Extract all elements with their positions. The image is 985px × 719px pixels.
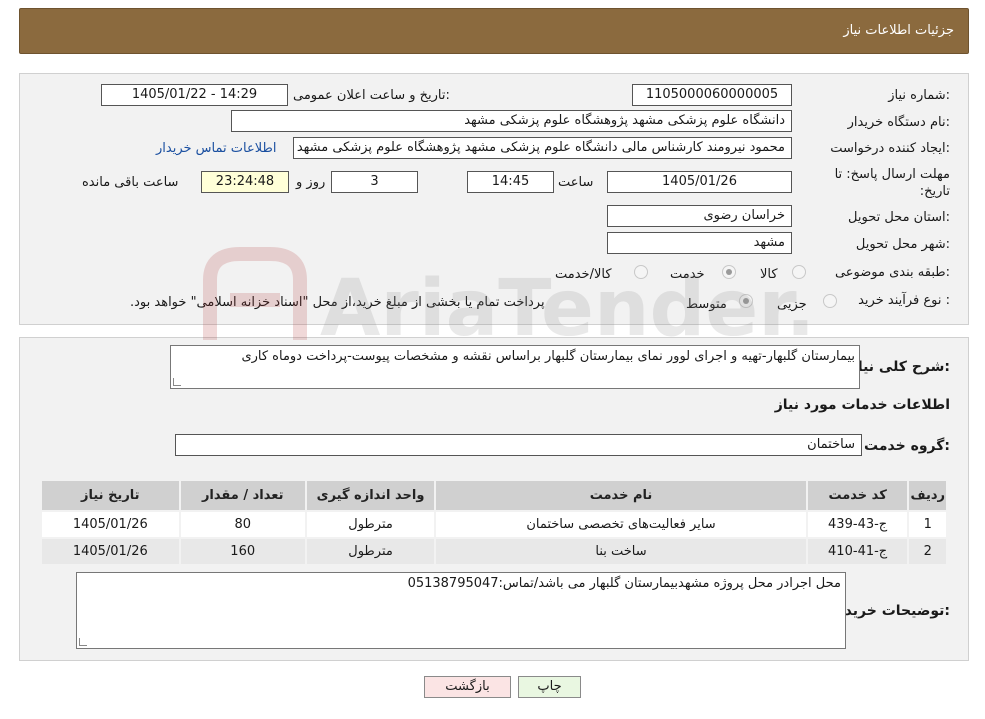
category-goods-radio[interactable] bbox=[792, 265, 806, 279]
resize-handle-icon[interactable] bbox=[79, 638, 87, 646]
deadline-days-field: 3 bbox=[331, 171, 418, 193]
description-text: بیمارستان گلبهار-تهیه و اجرای لوور نمای … bbox=[241, 349, 855, 364]
requester-label: ایجاد کننده درخواست: bbox=[830, 141, 950, 156]
print-button[interactable]: چاپ bbox=[518, 676, 581, 698]
category-goods-label: کالا bbox=[760, 267, 778, 282]
province-field: خراسان رضوی bbox=[607, 205, 792, 227]
col-quantity: تعداد / مقدار bbox=[178, 479, 307, 512]
buyer-contact-link[interactable]: اطلاعات تماس خریدار bbox=[156, 141, 276, 156]
cell-need-date: 1405/01/26 bbox=[40, 537, 181, 566]
purchase-partial-label: جزیی bbox=[777, 297, 807, 312]
cell-service-name: ساخت بنا bbox=[434, 537, 808, 566]
purchase-medium-label: متوسط bbox=[686, 297, 727, 312]
col-service-name: نام خدمت bbox=[434, 479, 808, 512]
col-need-date: تاریخ نیاز bbox=[40, 479, 181, 512]
service-group-field: ساختمان bbox=[175, 434, 862, 456]
cell-row-number: 2 bbox=[907, 537, 948, 566]
back-button[interactable]: بازگشت bbox=[424, 676, 511, 698]
description-field: بیمارستان گلبهار-تهیه و اجرای لوور نمای … bbox=[170, 345, 860, 389]
col-unit: واحد اندازه گیری bbox=[304, 479, 437, 512]
need-info-panel: شماره نیاز: 1105000060000005 تاریخ و ساع… bbox=[19, 73, 969, 325]
city-field: مشهد bbox=[607, 232, 792, 254]
category-label: طبقه بندی موضوعی: bbox=[834, 265, 950, 280]
page-header: جزئیات اطلاعات نیاز bbox=[19, 8, 969, 54]
purchase-partial-radio[interactable] bbox=[823, 294, 837, 308]
table-header-row: ردیف کد خدمت نام خدمت واحد اندازه گیری ت… bbox=[40, 479, 948, 512]
services-section-title: اطلاعات خدمات مورد نیاز bbox=[774, 397, 950, 413]
cell-service-code: ج-43-439 bbox=[805, 510, 910, 539]
requester-field: محمود نیرومند کارشناس مالی دانشگاه علوم … bbox=[293, 137, 792, 159]
category-service-radio[interactable] bbox=[722, 265, 736, 279]
description-label: شرح کلی نیاز: bbox=[849, 359, 950, 375]
cell-quantity: 160 bbox=[178, 537, 307, 566]
buyer-org-label: نام دستگاه خریدار: bbox=[847, 115, 950, 130]
deadline-time-label: ساعت bbox=[558, 175, 594, 190]
announce-datetime-field: 1405/01/22 - 14:29 bbox=[101, 84, 288, 106]
remaining-time-label: ساعت باقی مانده bbox=[82, 175, 179, 190]
page-title: جزئیات اطلاعات نیاز bbox=[843, 23, 954, 38]
deadline-date-field: 1405/01/26 bbox=[607, 171, 792, 193]
buyer-notes-field: محل اجرادر محل پروژه مشهدبیمارستان گلبها… bbox=[76, 572, 846, 649]
category-goods-service-label: کالا/خدمت bbox=[555, 267, 612, 282]
table-row[interactable]: 1 ج-43-439 سایر فعالیت‌های تخصصی ساختمان… bbox=[40, 510, 948, 539]
deadline-days-label: روز و bbox=[296, 175, 326, 190]
services-table: ردیف کد خدمت نام خدمت واحد اندازه گیری ت… bbox=[40, 479, 948, 566]
category-goods-service-radio[interactable] bbox=[634, 265, 648, 279]
deadline-time-field: 14:45 bbox=[467, 171, 554, 193]
service-group-label: گروه خدمت: bbox=[864, 438, 950, 454]
need-number-field: 1105000060000005 bbox=[632, 84, 792, 106]
cell-quantity: 80 bbox=[178, 510, 307, 539]
category-service-label: خدمت bbox=[670, 267, 705, 282]
buyer-org-field: دانشگاه علوم پزشکی مشهد پژوهشگاه علوم پز… bbox=[231, 110, 792, 132]
col-service-code: کد خدمت bbox=[805, 479, 910, 512]
remaining-time-field: 23:24:48 bbox=[201, 171, 289, 193]
resize-handle-icon[interactable] bbox=[173, 378, 181, 386]
cell-unit: مترطول bbox=[304, 537, 437, 566]
cell-service-name: سایر فعالیت‌های تخصصی ساختمان bbox=[434, 510, 808, 539]
cell-row-number: 1 bbox=[907, 510, 948, 539]
service-details-panel: شرح کلی نیاز: بیمارستان گلبهار-تهیه و اج… bbox=[19, 337, 969, 661]
buyer-notes-label: توضیحات خریدار: bbox=[831, 603, 950, 619]
cell-unit: مترطول bbox=[304, 510, 437, 539]
province-label: استان محل تحویل: bbox=[848, 210, 950, 225]
purchase-medium-radio[interactable] bbox=[739, 294, 753, 308]
announce-datetime-label: تاریخ و ساعت اعلان عمومی: bbox=[293, 88, 450, 103]
city-label: شهر محل تحویل: bbox=[855, 237, 950, 252]
need-number-label: شماره نیاز: bbox=[888, 88, 950, 103]
purchase-type-label: نوع فرآیند خرید : bbox=[858, 293, 950, 308]
deadline-label: مهلت ارسال پاسخ: تا تاریخ: bbox=[834, 167, 950, 199]
cell-service-code: ج-41-410 bbox=[805, 537, 910, 566]
table-row[interactable]: 2 ج-41-410 ساخت بنا مترطول 160 1405/01/2… bbox=[40, 537, 948, 566]
cell-need-date: 1405/01/26 bbox=[40, 510, 181, 539]
buyer-notes-text: محل اجرادر محل پروژه مشهدبیمارستان گلبها… bbox=[407, 576, 841, 591]
purchase-note: پرداخت تمام یا بخشی از مبلغ خرید،از محل … bbox=[130, 295, 545, 310]
col-row-number: ردیف bbox=[907, 479, 948, 512]
